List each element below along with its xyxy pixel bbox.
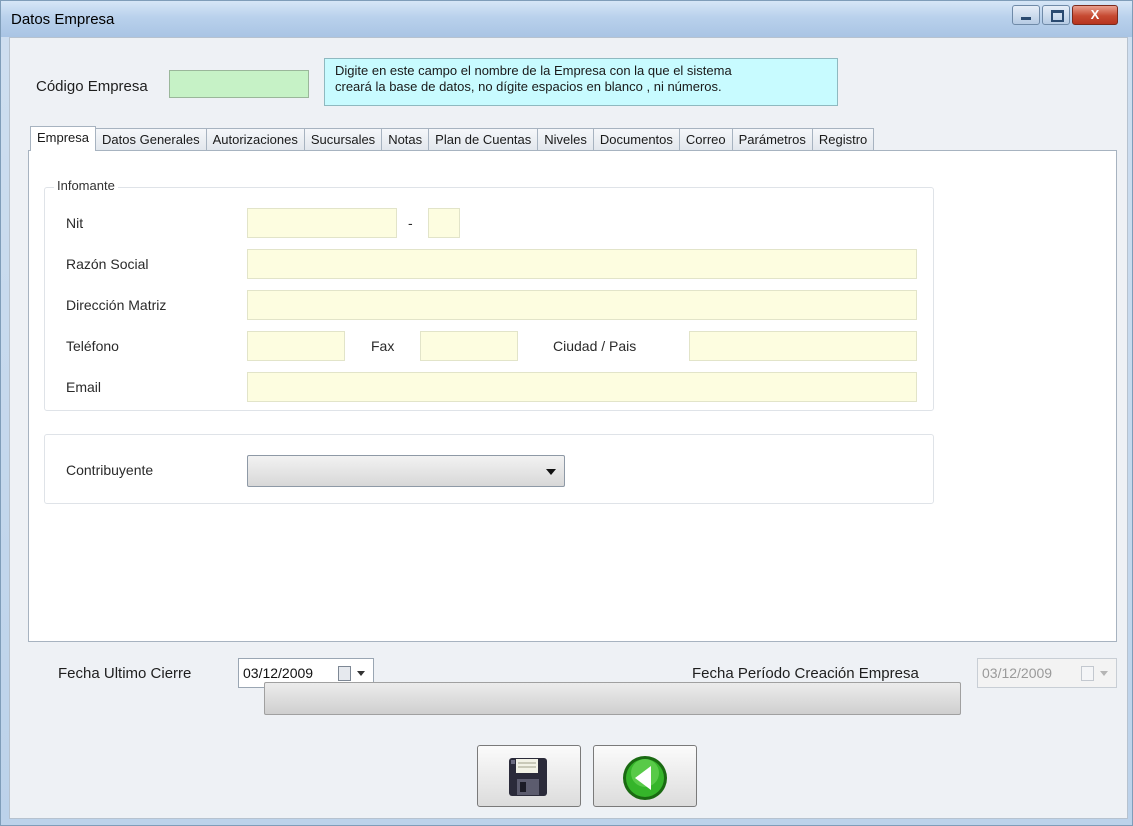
fecha-periodo-creacion-label: Fecha Período Creación Empresa [692, 665, 919, 682]
ciudad-pais-label: Ciudad / Pais [553, 338, 637, 354]
razon-social-label: Razón Social [66, 256, 149, 272]
tab-registro[interactable]: Registro [811, 128, 875, 151]
tab-sucursales[interactable]: Sucursales [303, 128, 383, 151]
tab-documentos[interactable]: Documentos [592, 128, 680, 151]
tab-empresa[interactable]: Empresa [30, 126, 97, 151]
codigo-hint-box: Digite en este campo el nombre de la Emp… [324, 58, 838, 106]
form-client-area: Código Empresa Digite en este campo el n… [9, 37, 1128, 819]
direccion-matriz-label: Dirección Matriz [66, 297, 167, 313]
hint-line-2: creará la base de datos, no dígite espac… [335, 79, 722, 94]
empresa-tab-panel: Infomante Nit - Razón Social Dirección M… [28, 150, 1117, 642]
informante-legend: Infomante [54, 178, 118, 193]
datos-empresa-window: Datos Empresa Código Empresa Digite en e… [0, 0, 1133, 826]
telefono-label: Teléfono [66, 338, 119, 354]
email-label: Email [66, 379, 102, 395]
tab-correo[interactable]: Correo [678, 128, 733, 151]
close-button[interactable] [1072, 5, 1118, 25]
hint-line-1: Digite en este campo el nombre de la Emp… [335, 63, 732, 78]
nit-separator: - [408, 215, 413, 231]
nit-label: Nit [66, 215, 84, 231]
chevron-down-icon [1100, 671, 1108, 676]
save-button[interactable] [477, 745, 581, 807]
maximize-button[interactable] [1042, 5, 1070, 25]
nit-input[interactable] [247, 208, 397, 238]
fax-label: Fax [371, 338, 395, 354]
tab-plan-de-cuentas[interactable]: Plan de Cuentas [428, 128, 539, 151]
progress-bar [264, 682, 961, 715]
fecha-periodo-creacion-value: 03/12/2009 [982, 665, 1053, 681]
contribuyente-label: Contribuyente [66, 462, 154, 478]
minimize-button[interactable] [1012, 5, 1040, 25]
direccion-matriz-input[interactable] [247, 290, 917, 320]
window-title: Datos Empresa [11, 11, 115, 28]
back-button[interactable] [593, 745, 697, 807]
contribuyente-select[interactable] [247, 455, 565, 487]
ciudad-pais-input[interactable] [689, 331, 917, 361]
floppy-disk-icon [509, 758, 547, 796]
window-controls [1012, 5, 1118, 25]
fecha-periodo-creacion-picker: 03/12/2009 [977, 658, 1117, 688]
title-bar[interactable]: Datos Empresa [1, 1, 1132, 37]
tab-parametros[interactable]: Parámetros [731, 128, 813, 151]
tab-niveles[interactable]: Niveles [537, 128, 594, 151]
fecha-ultimo-cierre-label: Fecha Ultimo Cierre [58, 665, 192, 682]
email-input[interactable] [247, 372, 917, 402]
tab-notas[interactable]: Notas [381, 128, 430, 151]
chevron-down-icon[interactable] [357, 671, 365, 676]
telefono-input[interactable] [247, 331, 345, 361]
calendar-icon [1081, 666, 1094, 681]
tab-autorizaciones[interactable]: Autorizaciones [205, 128, 305, 151]
tab-datos-generales[interactable]: Datos Generales [95, 128, 207, 151]
tab-strip: Empresa Datos Generales Autorizaciones S… [30, 126, 875, 152]
codigo-empresa-input[interactable] [169, 70, 309, 98]
chevron-down-icon [546, 469, 556, 475]
back-arrow-icon [623, 756, 667, 800]
razon-social-input[interactable] [247, 249, 917, 279]
nit-check-digit-input[interactable] [428, 208, 460, 238]
calendar-icon[interactable] [338, 666, 351, 681]
fecha-ultimo-cierre-value: 03/12/2009 [243, 665, 314, 681]
codigo-empresa-label: Código Empresa [36, 78, 148, 95]
fax-input[interactable] [420, 331, 518, 361]
